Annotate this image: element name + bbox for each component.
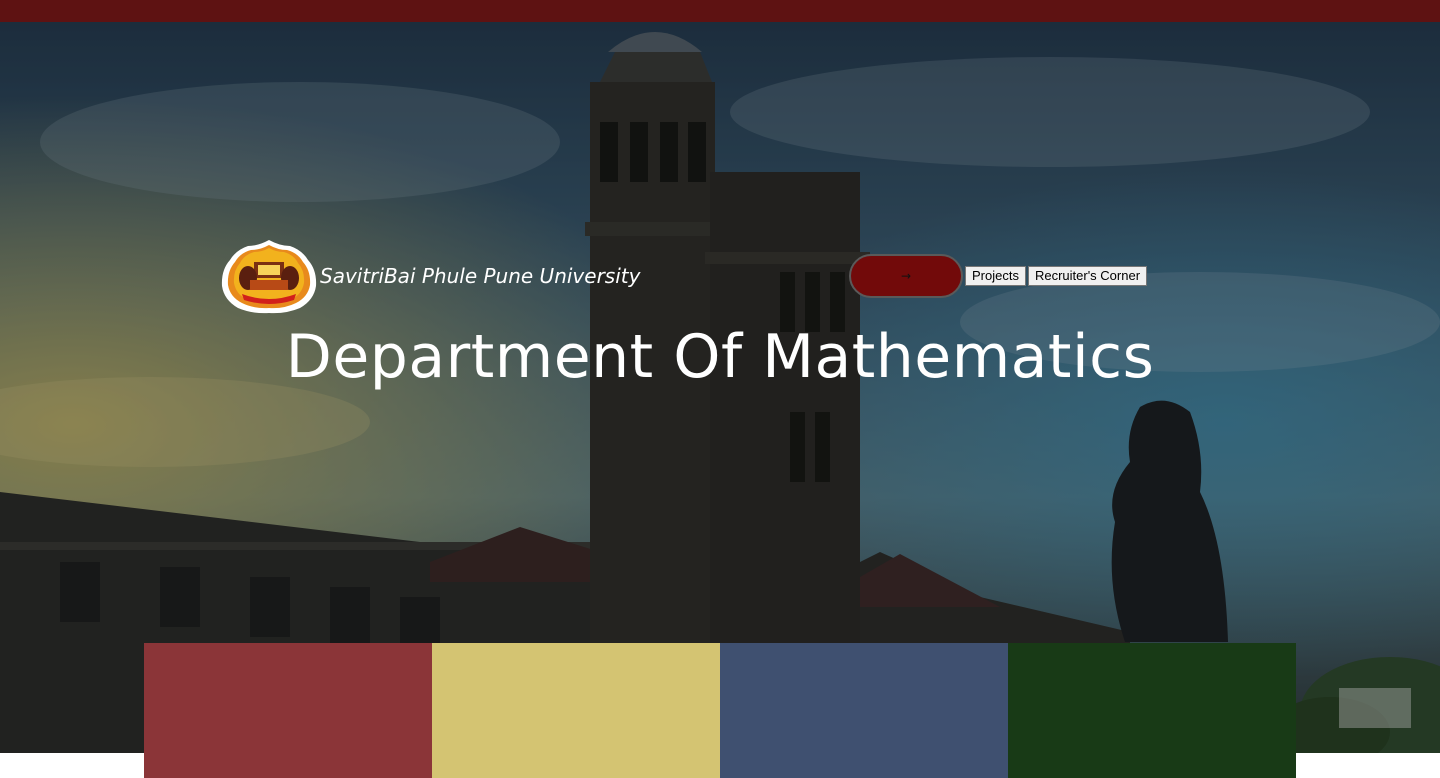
top-bar xyxy=(0,0,1440,22)
main-nav: → Projects Recruiter's Corner xyxy=(849,254,1148,298)
nav-toggle-button[interactable]: → xyxy=(849,254,963,298)
color-panel-blue[interactable] xyxy=(720,643,1008,778)
site-header: SavitriBai Phule Pune University xyxy=(220,238,640,314)
arrow-icon: → xyxy=(900,269,912,283)
color-panels xyxy=(144,643,1296,778)
color-panel-green[interactable] xyxy=(1008,643,1296,778)
page: SavitriBai Phule Pune University → Proje… xyxy=(0,0,1440,778)
page-title: Department Of Mathematics xyxy=(285,322,1155,392)
color-panel-yellow[interactable] xyxy=(432,643,720,778)
nav-recruiters-corner-button[interactable]: Recruiter's Corner xyxy=(1027,266,1148,286)
scroll-widget[interactable] xyxy=(1339,688,1411,728)
nav-projects-button[interactable]: Projects xyxy=(965,266,1026,286)
color-panel-red[interactable] xyxy=(144,643,432,778)
university-emblem-icon[interactable] xyxy=(220,238,318,314)
university-name[interactable]: SavitriBai Phule Pune University xyxy=(320,264,640,288)
